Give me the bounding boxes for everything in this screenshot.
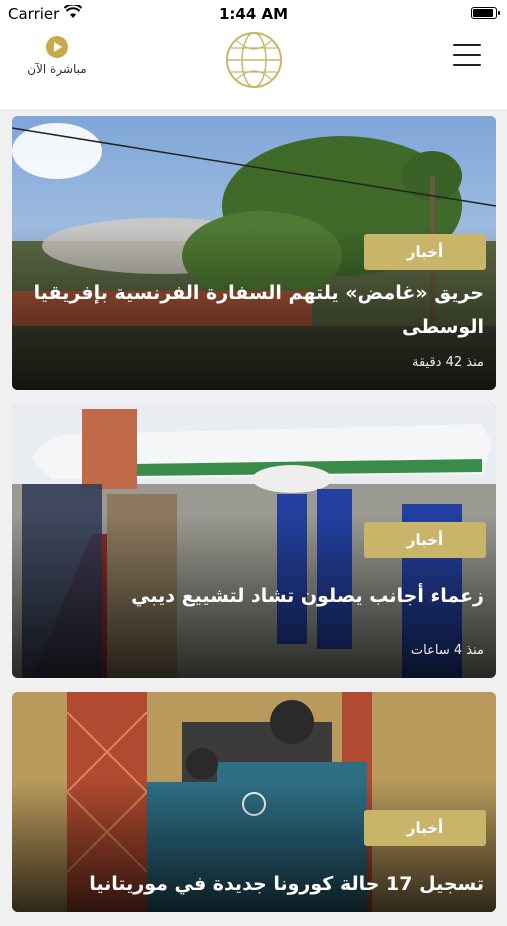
category-badge[interactable]: أخبار: [364, 234, 486, 270]
article-title[interactable]: تسجيل 17 حالة كورونا جديدة في موريتانيا: [24, 867, 484, 901]
news-card[interactable]: أخبار زعماء أجانب يصلون تشاد لتشييع ديبي…: [12, 404, 496, 678]
status-bar: Carrier 1:44 AM: [0, 0, 507, 28]
article-title[interactable]: زعماء أجانب يصلون تشاد لتشييع ديبي: [24, 579, 484, 613]
category-badge[interactable]: أخبار: [364, 810, 486, 846]
article-title[interactable]: حريق «غامض» يلتهم السفارة الفرنسية بإفري…: [24, 276, 484, 344]
hamburger-menu-icon[interactable]: [453, 44, 481, 68]
battery-icon: [471, 7, 500, 19]
live-now-label: مباشرة الآن: [27, 62, 87, 76]
clock: 1:44 AM: [218, 5, 289, 23]
category-badge[interactable]: أخبار: [364, 522, 486, 558]
globe-logo-icon[interactable]: [222, 28, 286, 92]
news-card[interactable]: أخبار حريق «غامض» يلتهم السفارة الفرنسية…: [12, 116, 496, 390]
article-time: منذ 42 دقيقة: [412, 355, 484, 370]
live-now-button[interactable]: مباشرة الآن: [22, 36, 92, 76]
play-icon: [46, 36, 68, 58]
article-time: منذ 4 ساعات: [410, 643, 484, 658]
news-feed: أخبار حريق «غامض» يلتهم السفارة الفرنسية…: [12, 116, 496, 926]
news-card[interactable]: أخبار تسجيل 17 حالة كورونا جديدة في موري…: [12, 692, 496, 912]
app-header: مباشرة الآن: [0, 28, 507, 111]
